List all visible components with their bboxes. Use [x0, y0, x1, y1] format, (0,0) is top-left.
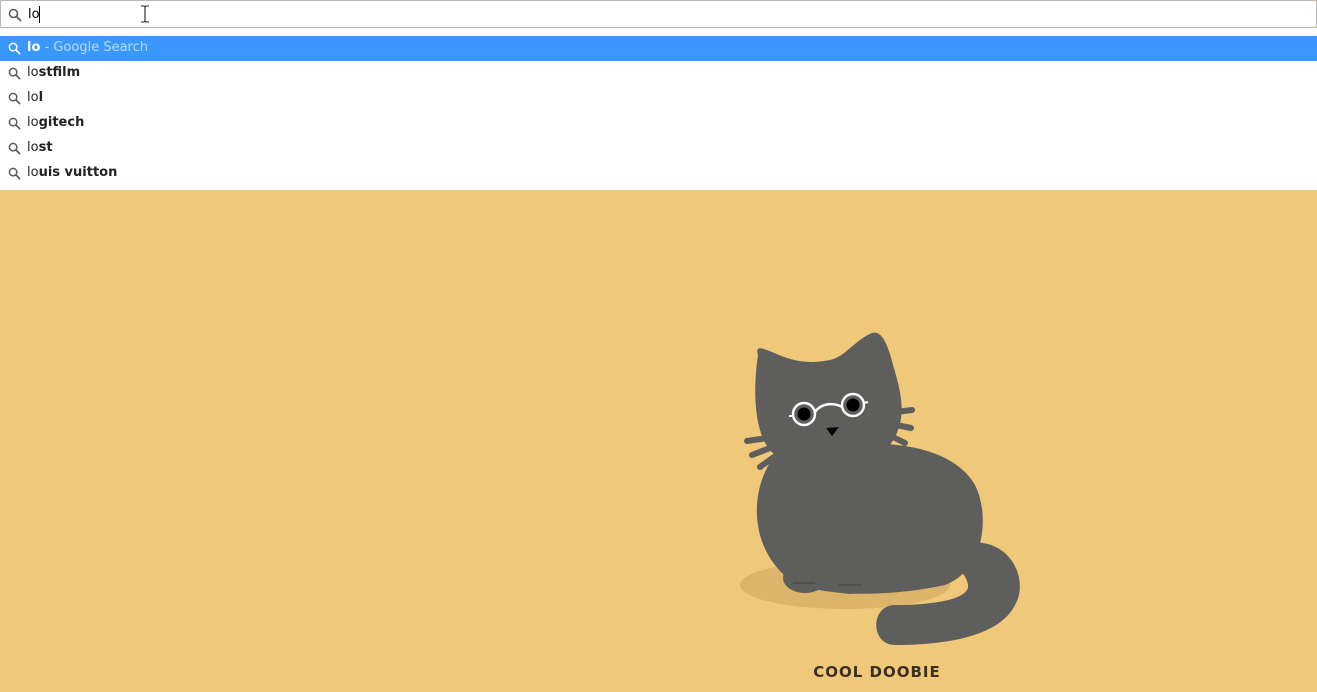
new-tab-page: lo - Google Search lostfilm lol logitech [0, 0, 1317, 692]
cat-eye-left [797, 407, 811, 421]
cat-illustration [740, 332, 1020, 645]
cat-paw-right [828, 566, 872, 594]
cat-eye-right [846, 398, 860, 412]
cat-head [755, 332, 902, 468]
cat-paw-left [783, 563, 827, 593]
wallpaper-caption: COOL DOOBIE [813, 663, 941, 681]
